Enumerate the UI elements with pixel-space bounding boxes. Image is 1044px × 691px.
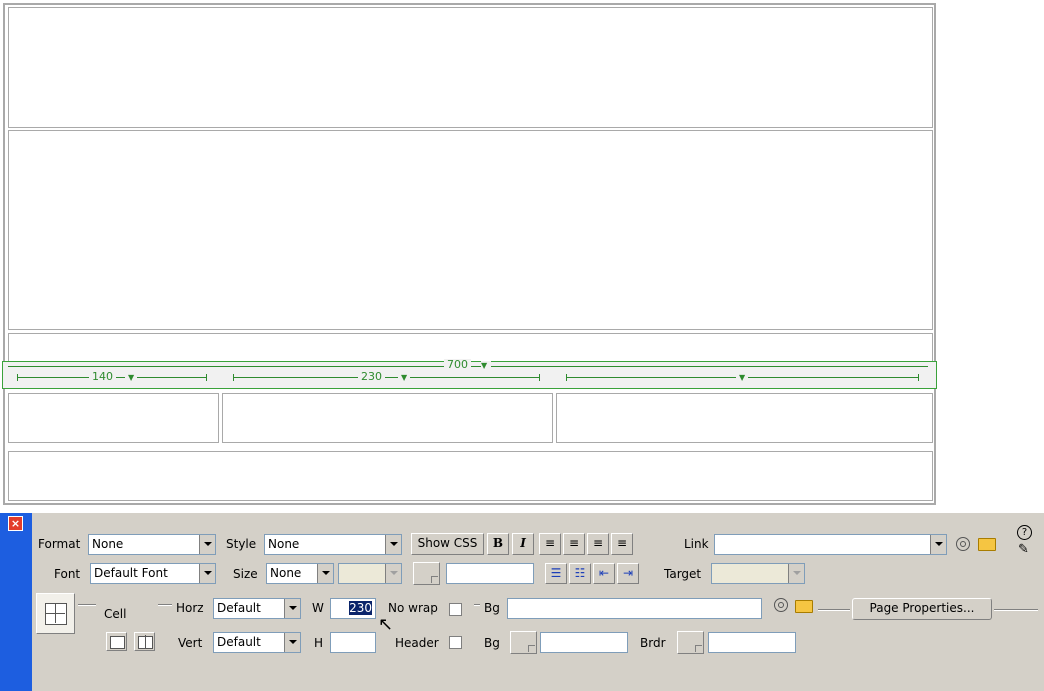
vert-select[interactable]: Default <box>213 632 301 653</box>
font-label: Font <box>54 567 81 581</box>
format-select[interactable]: None <box>88 534 216 555</box>
merge-cells-icon[interactable] <box>106 632 127 651</box>
border-color-input[interactable] <box>708 632 796 653</box>
horz-label: Horz <box>176 601 204 615</box>
w-label: W <box>312 601 324 615</box>
table-cell-icon <box>36 593 75 634</box>
style-value: None <box>268 537 300 551</box>
show-css-button[interactable]: Show CSS <box>411 533 484 555</box>
cell-label: Cell <box>104 607 127 621</box>
column-1-width-label[interactable]: 140 <box>89 371 116 383</box>
align-center-icon[interactable]: ≡ <box>563 533 585 555</box>
split-cell-icon[interactable] <box>134 632 155 651</box>
header-label: Header <box>395 636 439 650</box>
page-properties-button[interactable]: Page Properties... <box>852 598 992 620</box>
close-icon[interactable]: × <box>8 516 23 531</box>
folder-icon[interactable] <box>795 600 813 613</box>
size-value: None <box>270 566 302 580</box>
size-label: Size <box>233 567 258 581</box>
content-cell[interactable] <box>8 130 933 330</box>
w-value: 230 <box>349 601 372 615</box>
style-select[interactable]: None <box>264 534 402 555</box>
chevron-down-icon[interactable] <box>930 535 946 554</box>
unordered-list-icon[interactable]: ☰ <box>545 563 567 584</box>
bold-button[interactable]: B <box>487 533 509 555</box>
chevron-down-icon[interactable] <box>788 564 804 583</box>
column-2-width-label[interactable]: 230 <box>358 371 385 383</box>
font-select[interactable]: Default Font <box>90 563 216 584</box>
h-label: H <box>314 636 324 650</box>
inspector-side-bar <box>0 513 32 691</box>
point-to-file-icon[interactable] <box>956 537 970 551</box>
quick-tag-editor-icon[interactable]: ✎ <box>1018 543 1029 557</box>
column-1-menu-arrow[interactable]: ▼ <box>125 373 138 383</box>
nowrap-checkbox[interactable] <box>449 603 462 616</box>
header-checkbox[interactable] <box>449 636 462 649</box>
bg-color-input[interactable] <box>540 632 628 653</box>
target-select[interactable] <box>711 563 805 584</box>
bg-image-label: Bg <box>484 601 500 615</box>
table-width-bar[interactable]: 700 ▼ 140 ▼ 230 ▼ ▼ <box>2 359 937 389</box>
italic-button[interactable]: I <box>512 533 534 555</box>
chevron-down-icon[interactable] <box>199 564 215 583</box>
align-justify-icon[interactable]: ≡ <box>611 533 633 555</box>
table-cell-col1[interactable] <box>8 393 219 443</box>
vert-label: Vert <box>178 636 203 650</box>
bg-color-label: Bg <box>484 636 500 650</box>
font-value: Default Font <box>94 566 168 580</box>
table-cell-col3[interactable] <box>556 393 933 443</box>
table-cell-col2[interactable] <box>222 393 553 443</box>
w-input[interactable]: 230 <box>330 598 376 619</box>
size-select[interactable]: None <box>266 563 334 584</box>
chevron-down-icon[interactable] <box>385 564 401 583</box>
chevron-down-icon[interactable] <box>317 564 333 583</box>
header-cell[interactable] <box>8 7 933 128</box>
chevron-down-icon[interactable] <box>284 599 300 618</box>
target-label: Target <box>664 567 702 581</box>
align-right-icon[interactable]: ≡ <box>587 533 609 555</box>
nowrap-label: No wrap <box>388 601 438 615</box>
format-value: None <box>92 537 124 551</box>
chevron-down-icon[interactable] <box>385 535 401 554</box>
column-3-menu-arrow[interactable]: ▼ <box>736 373 749 383</box>
mouse-cursor-icon: ↖ <box>378 614 394 635</box>
brdr-label: Brdr <box>640 636 666 650</box>
horz-value: Default <box>217 601 261 615</box>
h-input[interactable] <box>330 632 376 653</box>
indent-icon[interactable]: ⇥ <box>617 563 639 584</box>
align-left-icon[interactable]: ≡ <box>539 533 561 555</box>
size-unit-select[interactable] <box>338 563 402 584</box>
horz-select[interactable]: Default <box>213 598 301 619</box>
question-icon[interactable]: ? <box>1017 525 1032 540</box>
table-width-label[interactable]: 700 <box>444 359 471 371</box>
table-width-menu-arrow[interactable]: ▼ <box>481 361 492 371</box>
text-color-input[interactable] <box>446 563 534 584</box>
bg-image-input[interactable] <box>507 598 762 619</box>
link-input[interactable] <box>714 534 947 555</box>
point-to-file-icon[interactable] <box>774 598 788 612</box>
border-color-swatch[interactable] <box>677 631 704 654</box>
text-color-swatch[interactable] <box>413 562 440 585</box>
column-2-menu-arrow[interactable]: ▼ <box>398 373 411 383</box>
chevron-down-icon[interactable] <box>284 633 300 652</box>
ordered-list-icon[interactable]: ☷ <box>569 563 591 584</box>
footer-cell[interactable] <box>8 451 933 501</box>
link-label: Link <box>684 537 709 551</box>
chevron-down-icon[interactable] <box>199 535 215 554</box>
style-label: Style <box>226 537 257 551</box>
outdent-icon[interactable]: ⇤ <box>593 563 615 584</box>
folder-icon[interactable] <box>978 538 996 551</box>
bg-color-swatch[interactable] <box>510 631 537 654</box>
vert-value: Default <box>217 635 261 649</box>
format-label: Format <box>38 537 81 551</box>
